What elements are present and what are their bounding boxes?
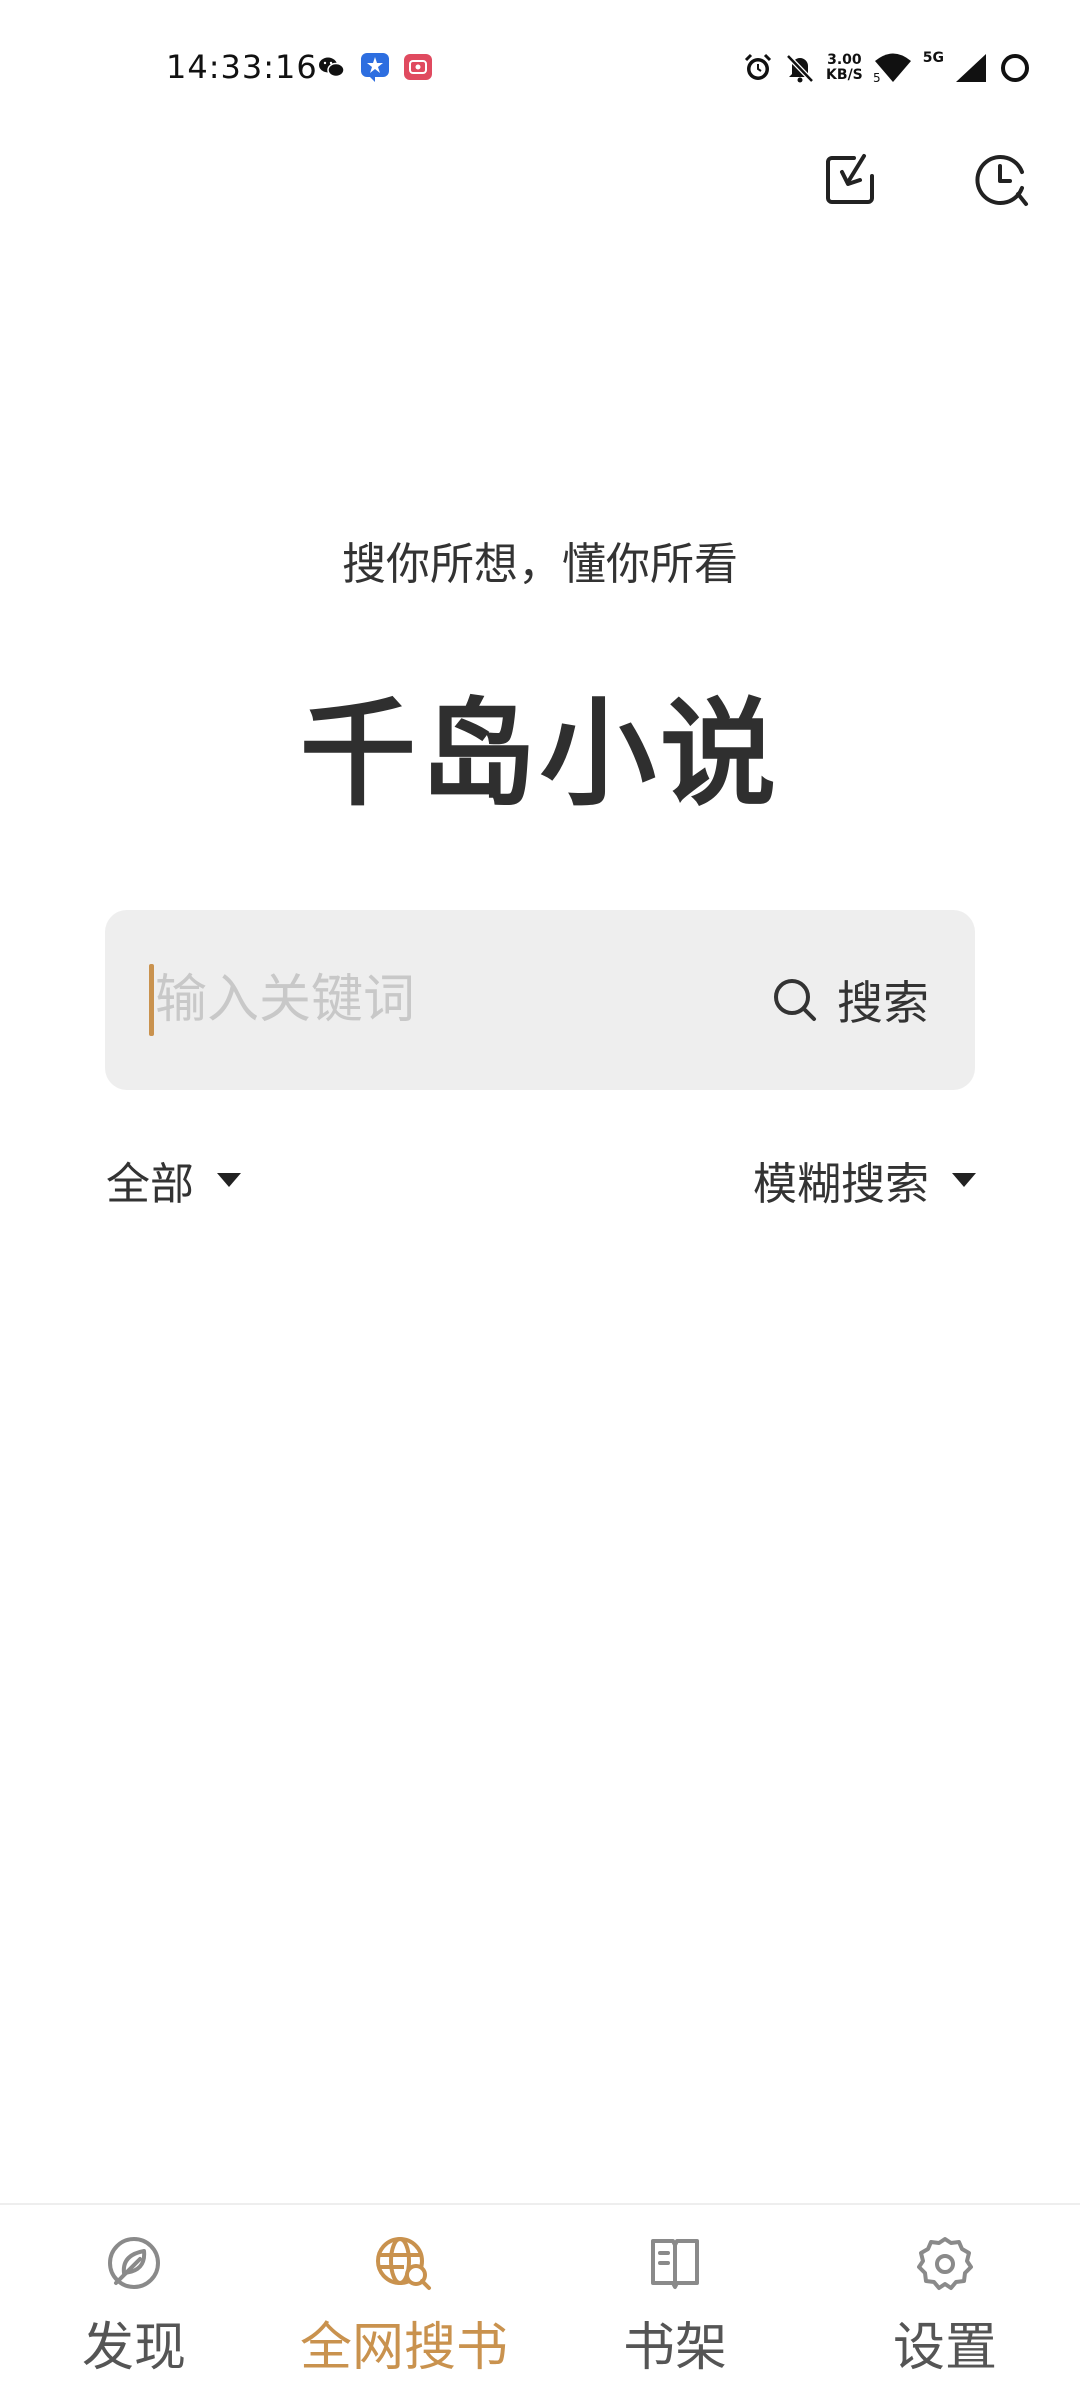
nav-label-bookshelf: 书架	[622, 2318, 727, 2378]
status-time: 14:33:16	[166, 48, 318, 86]
wechat-icon	[319, 57, 345, 78]
app-title: 千岛小说	[300, 687, 780, 822]
search-button-label: 搜索	[837, 976, 929, 1030]
slogan: 搜你所想，懂你所看	[342, 539, 738, 590]
download-box-icon[interactable]	[818, 148, 882, 212]
search-mode-dropdown[interactable]: 模糊搜索	[753, 1150, 977, 1210]
nav-label-web-search: 全网搜书	[299, 2318, 508, 2378]
nav-item-bookshelf[interactable]: 书架	[565, 2233, 785, 2393]
status-right-cluster: 3.00 KB/S 5 5G	[742, 48, 1032, 88]
caret-down-icon	[217, 1173, 241, 1187]
nav-item-web-search[interactable]: 全网搜书	[294, 2233, 514, 2393]
screen: 14:33:16 3.00 KB/S 5 5G 搜你所想，懂你所看 千岛小说 输…	[0, 0, 1080, 2400]
search-button[interactable]: 搜索	[771, 970, 929, 1030]
red-video-app-icon	[404, 54, 432, 80]
globe-search-icon	[376, 2237, 431, 2290]
silent-bell-icon	[786, 54, 814, 83]
caret-down-icon	[952, 1173, 976, 1187]
nav-label-discover: 发现	[81, 2318, 186, 2378]
battery-ring-icon	[1001, 54, 1029, 82]
search-box: 搜索	[105, 910, 975, 1090]
nav-item-discover[interactable]: 发现	[24, 2233, 244, 2393]
blue-star-app-icon	[361, 53, 389, 82]
wifi-icon: 5	[873, 53, 911, 84]
search-mode-dropdown-label: 模糊搜索	[753, 1159, 929, 1210]
search-icon	[774, 979, 816, 1021]
status-bar: 14:33:16 3.00 KB/S 5 5G	[0, 0, 1080, 120]
svg-text:5: 5	[873, 71, 881, 84]
gear-icon	[917, 2237, 973, 2290]
open-book-icon	[651, 2239, 699, 2289]
text-caret	[149, 964, 154, 1036]
bottom-nav: 发现 全网搜书 书架 设置	[0, 2203, 1080, 2400]
net-speed: 3.00 KB/S	[826, 53, 863, 83]
category-dropdown[interactable]: 全部	[106, 1150, 242, 1210]
net-speed-value: 3.00	[827, 52, 862, 68]
signal-icon	[956, 54, 986, 82]
search-input[interactable]	[155, 960, 735, 1040]
nav-label-settings: 设置	[892, 2318, 997, 2378]
clock-icon[interactable]	[968, 148, 1032, 212]
compass-leaf-icon	[108, 2237, 160, 2289]
category-dropdown-label: 全部	[106, 1159, 194, 1210]
alarm-icon	[744, 53, 772, 80]
net-speed-unit: KB/S	[826, 67, 863, 83]
network-type: 5G	[922, 50, 944, 66]
nav-item-settings[interactable]: 设置	[835, 2233, 1055, 2393]
